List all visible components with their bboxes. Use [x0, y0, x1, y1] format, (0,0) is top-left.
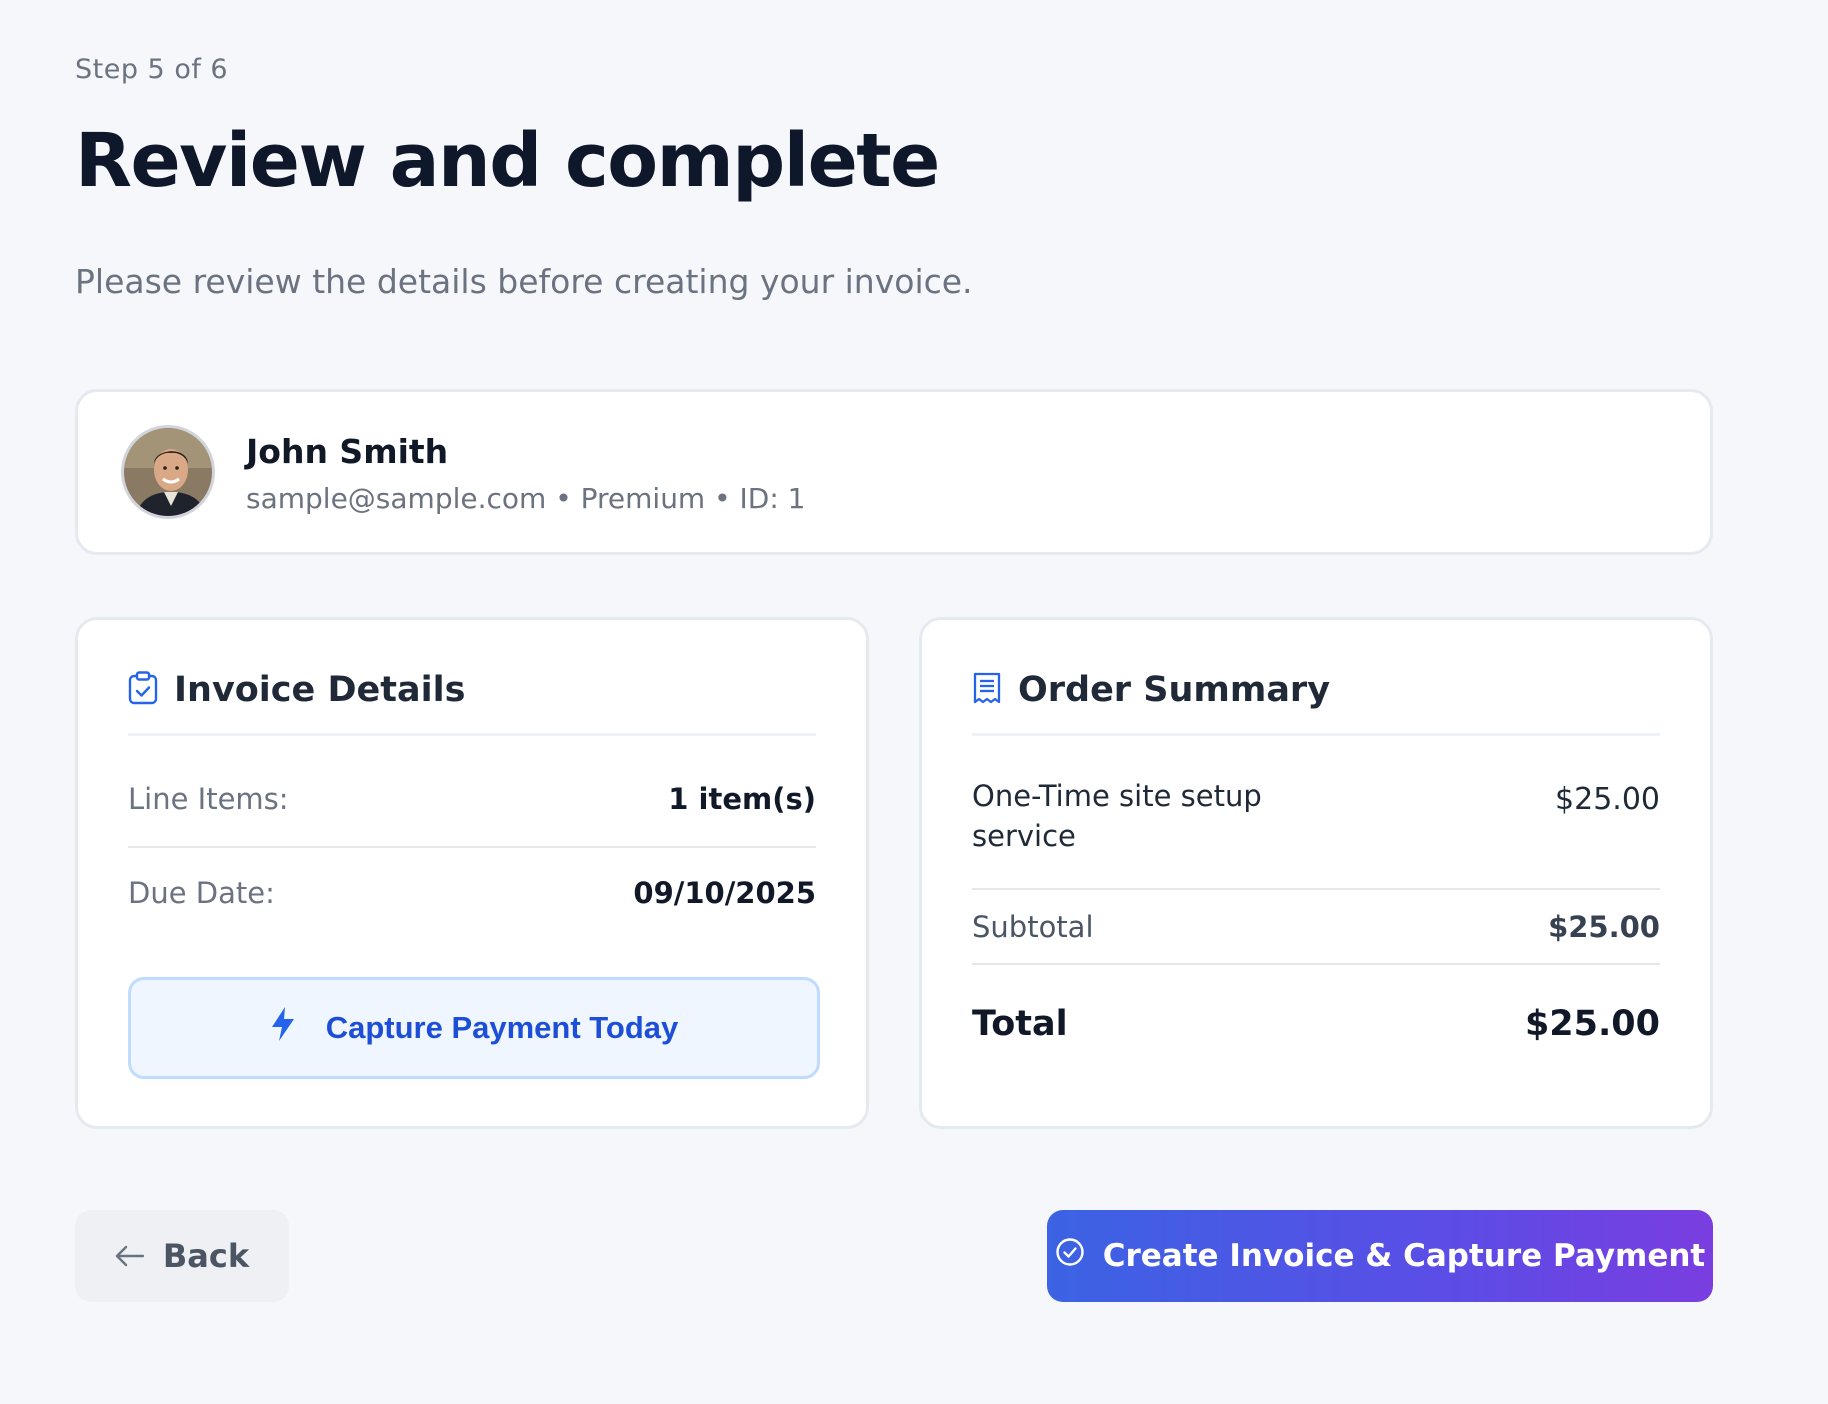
lightning-bolt-icon: [270, 1006, 296, 1050]
customer-name: John Smith: [246, 432, 449, 471]
order-summary-header: Order Summary: [972, 670, 1330, 710]
due-date-row: Due Date: 09/10/2025: [128, 876, 816, 910]
line-items-label: Line Items:: [128, 782, 289, 816]
review-page: Step 5 of 6 Review and complete Please r…: [0, 0, 1828, 1404]
due-date-value: 09/10/2025: [633, 876, 816, 910]
divider: [128, 733, 816, 736]
avatar: [121, 425, 215, 519]
page-title: Review and complete: [75, 118, 940, 204]
subtotal-label: Subtotal: [972, 910, 1094, 944]
step-indicator: Step 5 of 6: [75, 54, 229, 85]
divider: [972, 963, 1660, 965]
invoice-details-header: Invoice Details: [128, 670, 465, 710]
arrow-left-icon: [115, 1237, 145, 1275]
divider: [128, 846, 816, 848]
page-subtitle: Please review the details before creatin…: [75, 262, 973, 301]
total-label: Total: [972, 1004, 1068, 1044]
total-value: $25.00: [1524, 1004, 1660, 1044]
clipboard-check-icon: [128, 671, 158, 709]
customer-card: John Smith sample@sample.com • Premium •…: [75, 389, 1713, 555]
receipt-icon: [972, 672, 1002, 708]
subtotal-value: $25.00: [1548, 910, 1660, 944]
back-button[interactable]: Back: [75, 1210, 289, 1302]
order-summary-card: Order Summary One-Time site setup servic…: [919, 617, 1713, 1129]
invoice-details-title: Invoice Details: [174, 670, 466, 710]
subtotal-row: Subtotal $25.00: [972, 910, 1660, 944]
create-invoice-capture-payment-button[interactable]: Create Invoice & Capture Payment: [1047, 1210, 1713, 1302]
create-invoice-label: Create Invoice & Capture Payment: [1102, 1238, 1706, 1274]
check-circle-icon: [1055, 1237, 1085, 1275]
line-items-row: Line Items: 1 item(s): [128, 782, 816, 816]
divider: [972, 733, 1660, 736]
total-row: Total $25.00: [972, 1004, 1660, 1044]
back-label: Back: [162, 1237, 250, 1275]
order-summary-title: Order Summary: [1018, 670, 1331, 710]
invoice-details-card: Invoice Details Line Items: 1 item(s) Du…: [75, 617, 869, 1129]
due-date-label: Due Date:: [128, 876, 275, 910]
line-item-name: One-Time site setup service: [972, 779, 1262, 853]
divider: [972, 888, 1660, 890]
line-items-value: 1 item(s): [668, 782, 816, 816]
capture-payment-today-button[interactable]: Capture Payment Today: [128, 977, 820, 1079]
line-item-price: $25.00: [1555, 782, 1660, 817]
customer-meta: sample@sample.com • Premium • ID: 1: [246, 482, 806, 515]
capture-payment-label: Capture Payment Today: [325, 1010, 679, 1045]
